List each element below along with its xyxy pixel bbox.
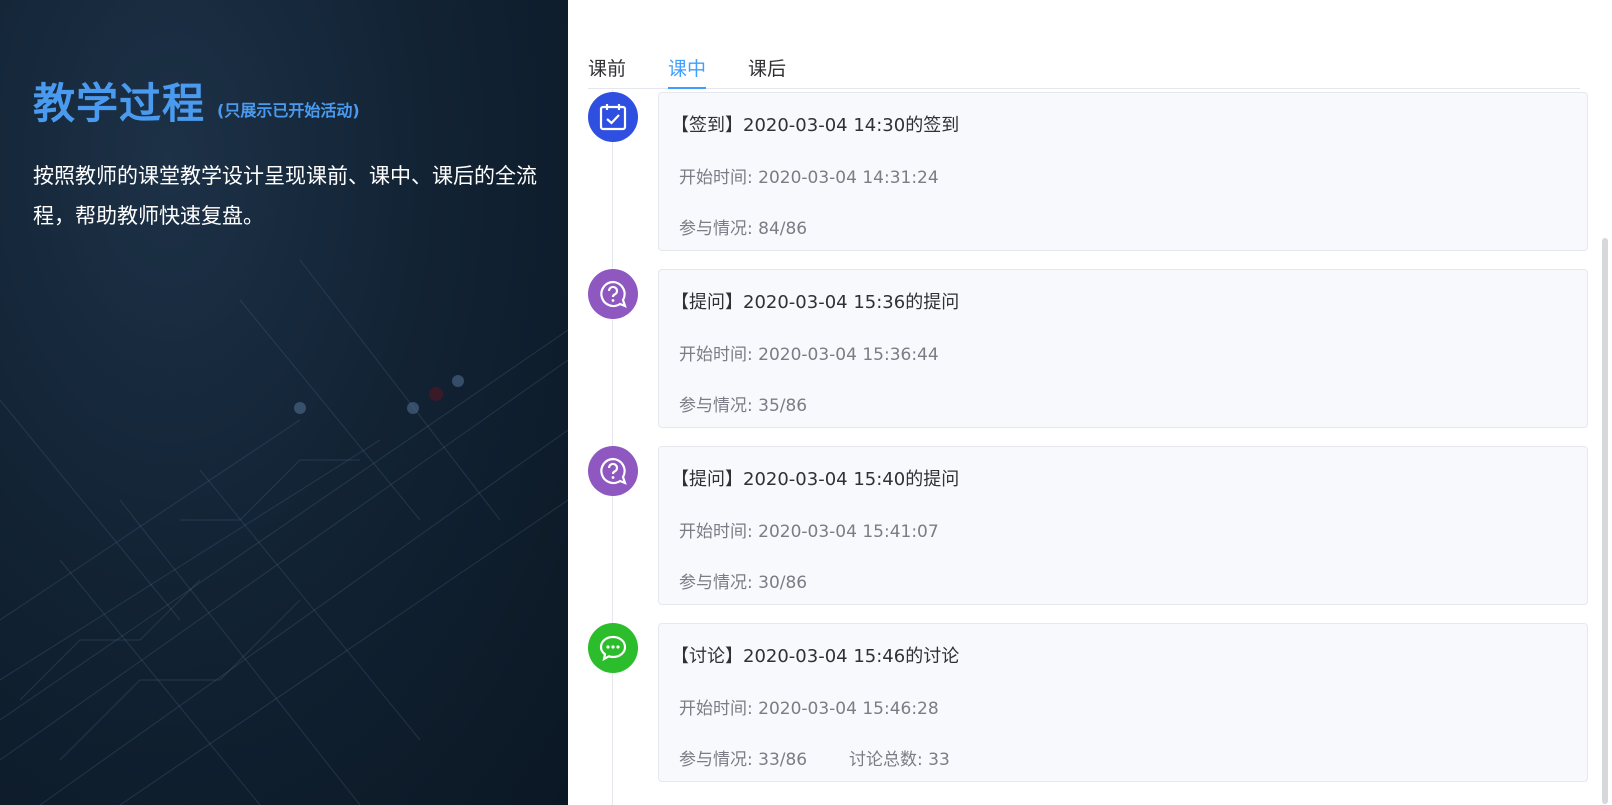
activity-title: 【提问】2020-03-04 15:40的提问 <box>671 469 960 490</box>
activity-participation: 参与情况: 30/86 <box>679 573 808 593</box>
timeline-item: 【提问】2020-03-04 15:40的提问 开始时间: 2020-03-04… <box>588 444 1588 606</box>
signin-dot <box>588 92 638 142</box>
question-bubble-icon <box>600 280 627 308</box>
activity-card[interactable]: 【提问】2020-03-04 15:40的提问 开始时间: 2020-03-04… <box>658 446 1588 605</box>
activity-start-time: 开始时间: 2020-03-04 15:41:07 <box>679 522 939 542</box>
activity-timeline: 【签到】2020-03-04 14:30的签到 开始时间: 2020-03-04… <box>588 90 1588 805</box>
discussion-total: 讨论总数: 33 <box>849 750 950 770</box>
activity-title: 【提问】2020-03-04 15:36的提问 <box>671 292 960 313</box>
activity-card[interactable]: 【签到】2020-03-04 14:30的签到 开始时间: 2020-03-04… <box>658 92 1588 251</box>
tab-after-class[interactable]: 课后 <box>748 56 786 87</box>
discussion-dot <box>588 623 638 673</box>
activity-start-time: 开始时间: 2020-03-04 15:36:44 <box>679 345 939 365</box>
timeline-scrollbar[interactable] <box>1602 238 1608 804</box>
activity-participation: 参与情况: 33/86 <box>679 750 808 770</box>
question-bubble-icon <box>600 457 627 485</box>
phase-tabs: 课前 课中 课后 <box>588 56 1580 89</box>
timeline-item: 【讨论】2020-03-04 15:46的讨论 开始时间: 2020-03-04… <box>588 621 1588 783</box>
activity-start-time: 开始时间: 2020-03-04 15:46:28 <box>679 699 939 719</box>
chat-bubble-icon <box>599 635 627 662</box>
activity-start-time: 开始时间: 2020-03-04 14:31:24 <box>679 168 939 188</box>
question-dot <box>588 446 638 496</box>
page-description: 按照教师的课堂教学设计呈现课前、课中、课后的全流程，帮助教师快速复盘。 <box>33 164 537 228</box>
tab-before-class[interactable]: 课前 <box>588 56 626 87</box>
page-title: 教学过程 <box>33 79 206 128</box>
activity-title: 【讨论】2020-03-04 15:46的讨论 <box>671 646 960 667</box>
activity-participation: 参与情况: 84/86 <box>679 219 808 239</box>
calendar-check-icon <box>599 104 627 131</box>
timeline-item: 【提问】2020-03-04 15:36的提问 开始时间: 2020-03-04… <box>588 267 1588 429</box>
question-dot <box>588 269 638 319</box>
activity-panel: 课前 课中 课后 【签到】2020-03-04 14:30的签到 开始时间: 2… <box>568 0 1612 805</box>
activity-card[interactable]: 【讨论】2020-03-04 15:46的讨论 开始时间: 2020-03-04… <box>658 623 1588 782</box>
intro-panel: 教学过程 (只展示已开始活动) 按照教师的课堂教学设计呈现课前、课中、课后的全流… <box>0 0 568 805</box>
activity-participation: 参与情况: 35/86 <box>679 396 808 416</box>
intro-title-row: 教学过程 (只展示已开始活动) <box>33 78 360 130</box>
tab-in-class[interactable]: 课中 <box>668 56 707 89</box>
activity-card[interactable]: 【提问】2020-03-04 15:36的提问 开始时间: 2020-03-04… <box>658 269 1588 428</box>
timeline-item: 【签到】2020-03-04 14:30的签到 开始时间: 2020-03-04… <box>588 90 1588 252</box>
activity-title: 【签到】2020-03-04 14:30的签到 <box>671 115 960 136</box>
page-subtitle: (只展示已开始活动) <box>217 101 360 120</box>
